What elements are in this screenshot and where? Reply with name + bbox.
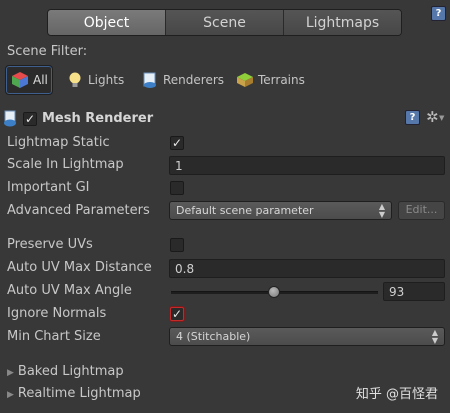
cube-icon — [12, 72, 28, 88]
lightmap-static-label: Lightmap Static — [7, 135, 110, 150]
min-chart-size-dropdown[interactable]: 4 (Stitchable) ▲ ▼ — [169, 327, 445, 346]
renderer-icon — [143, 72, 156, 88]
lightmap-static-checkbox[interactable]: ✓ — [170, 136, 184, 150]
filter-all-button[interactable]: All — [5, 65, 53, 95]
triangle-right-icon: ▶ — [7, 390, 14, 400]
filter-terrains-label: Terrains — [258, 73, 305, 87]
filter-terrains-button[interactable]: Terrains — [236, 65, 305, 95]
watermark: 知乎 @百怪君 — [355, 387, 438, 402]
dropdown-arrows-icon: ▲ ▼ — [378, 202, 385, 219]
preserve-uvs-checkbox[interactable] — [170, 238, 184, 252]
terrain-icon — [237, 73, 253, 87]
min-chart-size-label: Min Chart Size — [7, 329, 101, 344]
triangle-right-icon: ▶ — [7, 368, 14, 378]
filter-renderers-button[interactable]: Renderers — [141, 65, 224, 95]
auto-uv-max-distance-field[interactable]: 0.8 — [169, 259, 445, 278]
tab-scene[interactable]: Scene — [166, 10, 284, 35]
auto-uv-max-angle-field[interactable]: 93 — [383, 282, 445, 301]
inspector-tabs: Object Scene Lightmaps — [47, 9, 402, 36]
gear-icon[interactable]: ✲ — [426, 108, 439, 126]
auto-uv-max-distance-label: Auto UV Max Distance — [7, 260, 152, 275]
advanced-parameters-dropdown[interactable]: Default scene parameter ▲ ▼ — [169, 201, 392, 220]
tab-lightmaps[interactable]: Lightmaps — [284, 10, 401, 35]
max-angle-slider-handle[interactable] — [268, 286, 280, 298]
scene-filter-label: Scene Filter: — [7, 44, 88, 59]
filter-lights-button[interactable]: Lights — [66, 65, 124, 95]
advanced-parameters-label: Advanced Parameters — [7, 203, 150, 218]
component-help-icon[interactable]: ? — [405, 110, 420, 125]
lightbulb-icon — [69, 72, 81, 87]
important-gi-label: Important GI — [7, 180, 90, 195]
filter-renderers-label: Renderers — [163, 73, 225, 87]
gear-dropdown-icon[interactable]: ▼ — [439, 114, 444, 122]
mesh-renderer-icon — [4, 110, 16, 127]
scale-in-lightmap-label: Scale In Lightmap — [7, 157, 124, 172]
baked-lightmap-foldout[interactable]: ▶ Baked Lightmap — [7, 364, 124, 379]
realtime-lightmap-foldout[interactable]: ▶ Realtime Lightmap — [7, 386, 141, 401]
scale-in-lightmap-field[interactable]: 1 — [169, 156, 445, 175]
min-chart-size-value: 4 (Stitchable) — [176, 330, 251, 343]
auto-uv-max-angle-label: Auto UV Max Angle — [7, 283, 132, 298]
edit-button[interactable]: Edit... — [398, 201, 445, 220]
tab-object[interactable]: Object — [48, 10, 166, 35]
realtime-lightmap-label: Realtime Lightmap — [17, 386, 141, 401]
filter-lights-label: Lights — [88, 73, 125, 87]
important-gi-checkbox[interactable] — [170, 181, 184, 195]
baked-lightmap-label: Baked Lightmap — [17, 364, 124, 379]
help-icon[interactable]: ? — [431, 6, 446, 21]
filter-all-label: All — [33, 73, 48, 87]
preserve-uvs-label: Preserve UVs — [7, 237, 93, 252]
ignore-normals-checkbox[interactable]: ✓ — [170, 307, 184, 321]
component-title: Mesh Renderer — [42, 111, 154, 126]
mesh-renderer-enabled-checkbox[interactable]: ✓ — [23, 112, 37, 126]
advanced-parameters-value: Default scene parameter — [176, 204, 314, 217]
ignore-normals-label: Ignore Normals — [7, 306, 107, 321]
dropdown-arrows-icon: ▲ ▼ — [431, 328, 438, 345]
